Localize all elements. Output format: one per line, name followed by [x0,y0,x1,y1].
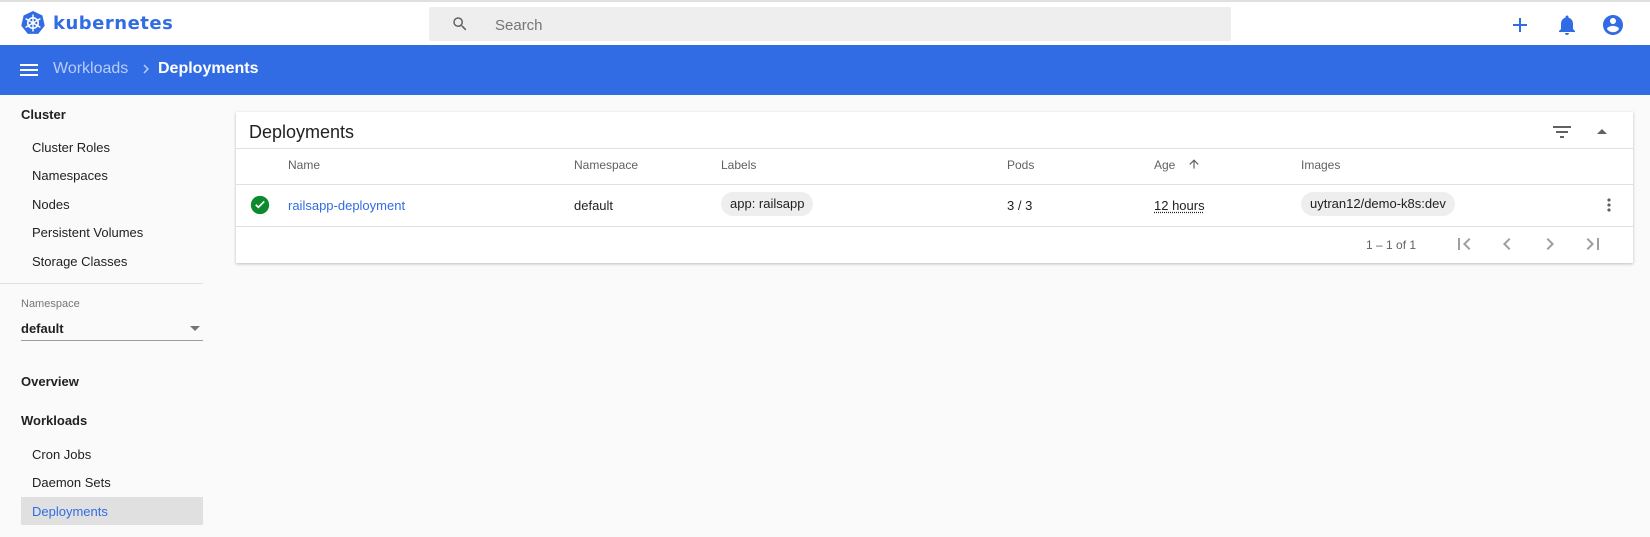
column-header-labels: Labels [721,158,757,172]
sidebar-divider [0,283,203,284]
sidebar-item-storage-classes[interactable]: Storage Classes [32,254,127,269]
sidebar: Cluster Cluster Roles Namespaces Nodes P… [0,95,210,537]
breadcrumb-deployments: Deployments [158,60,259,77]
sidebar-item-nodes[interactable]: Nodes [32,197,70,212]
sidebar-item-cluster-roles[interactable]: Cluster Roles [32,140,110,155]
namespace-select[interactable]: default [21,318,203,341]
column-header-pods: Pods [1007,158,1035,172]
last-page-icon[interactable] [1581,232,1605,256]
top-bar: kubernetes [0,0,1650,45]
divider [236,226,1633,227]
check-circle-icon [250,195,270,215]
column-header-images: Images [1301,158,1341,172]
card-title: Deployments [249,122,355,142]
namespace-label: Namespace [21,298,80,310]
filter-icon[interactable] [1550,120,1574,144]
chevron-left-icon[interactable] [1495,232,1519,256]
sidebar-heading-workloads[interactable]: Workloads [21,413,87,428]
plus-icon[interactable] [1508,13,1532,37]
image-chip: uytran12/demo-k8s:dev [1301,192,1455,216]
sidebar-item-overview[interactable]: Overview [21,374,79,389]
age-cell[interactable]: 12 hours [1154,198,1205,213]
collapse-icon[interactable] [1590,120,1614,144]
sidebar-item-daemon-sets[interactable]: Daemon Sets [32,475,111,490]
column-header-name[interactable]: Name [288,158,320,172]
label-chip: app: railsapp [721,192,814,216]
search-icon [453,17,467,31]
bell-icon[interactable] [1555,13,1579,37]
chevron-right-icon[interactable] [1538,232,1562,256]
divider [236,148,1633,149]
kubernetes-wheel-icon [21,11,45,34]
account-circle-icon[interactable] [1601,13,1625,37]
chevron-right-icon [143,64,149,74]
pods-cell: 3 / 3 [1007,198,1033,213]
sidebar-item-label: Deployments [32,504,108,519]
sidebar-heading-cluster[interactable]: Cluster [21,107,66,122]
namespace-cell: default [574,198,614,213]
namespace-value: default [21,321,64,336]
sidebar-item-deployments[interactable]: Deployments [21,497,203,525]
breadcrumb-toolbar: Workloads Deployments [0,45,1650,95]
kubernetes-logo[interactable]: kubernetes [20,10,173,36]
deployment-name-link[interactable]: railsapp-deployment [288,198,405,213]
column-header-age[interactable]: Age [1154,158,1175,172]
dropdown-caret-icon [190,326,200,331]
sidebar-item-persistent-volumes[interactable]: Persistent Volumes [32,225,143,240]
column-header-namespace[interactable]: Namespace [574,158,638,172]
sidebar-item-cron-jobs[interactable]: Cron Jobs [32,447,91,462]
sidebar-item-namespaces[interactable]: Namespaces [32,168,108,183]
divider [236,184,1633,185]
deployments-card: Deployments Name Namespace Labels Pods A… [236,112,1633,263]
search-input[interactable] [493,7,1217,43]
menu-icon[interactable] [17,58,41,82]
first-page-icon[interactable] [1452,232,1476,256]
app-name: kubernetes [53,12,174,34]
breadcrumb-workloads[interactable]: Workloads [53,60,128,78]
arrow-upward-icon[interactable] [1187,157,1201,171]
pagination-range: 1 – 1 of 1 [1366,238,1417,252]
more-vert-icon[interactable] [1599,195,1619,215]
search-bar[interactable] [429,7,1231,43]
